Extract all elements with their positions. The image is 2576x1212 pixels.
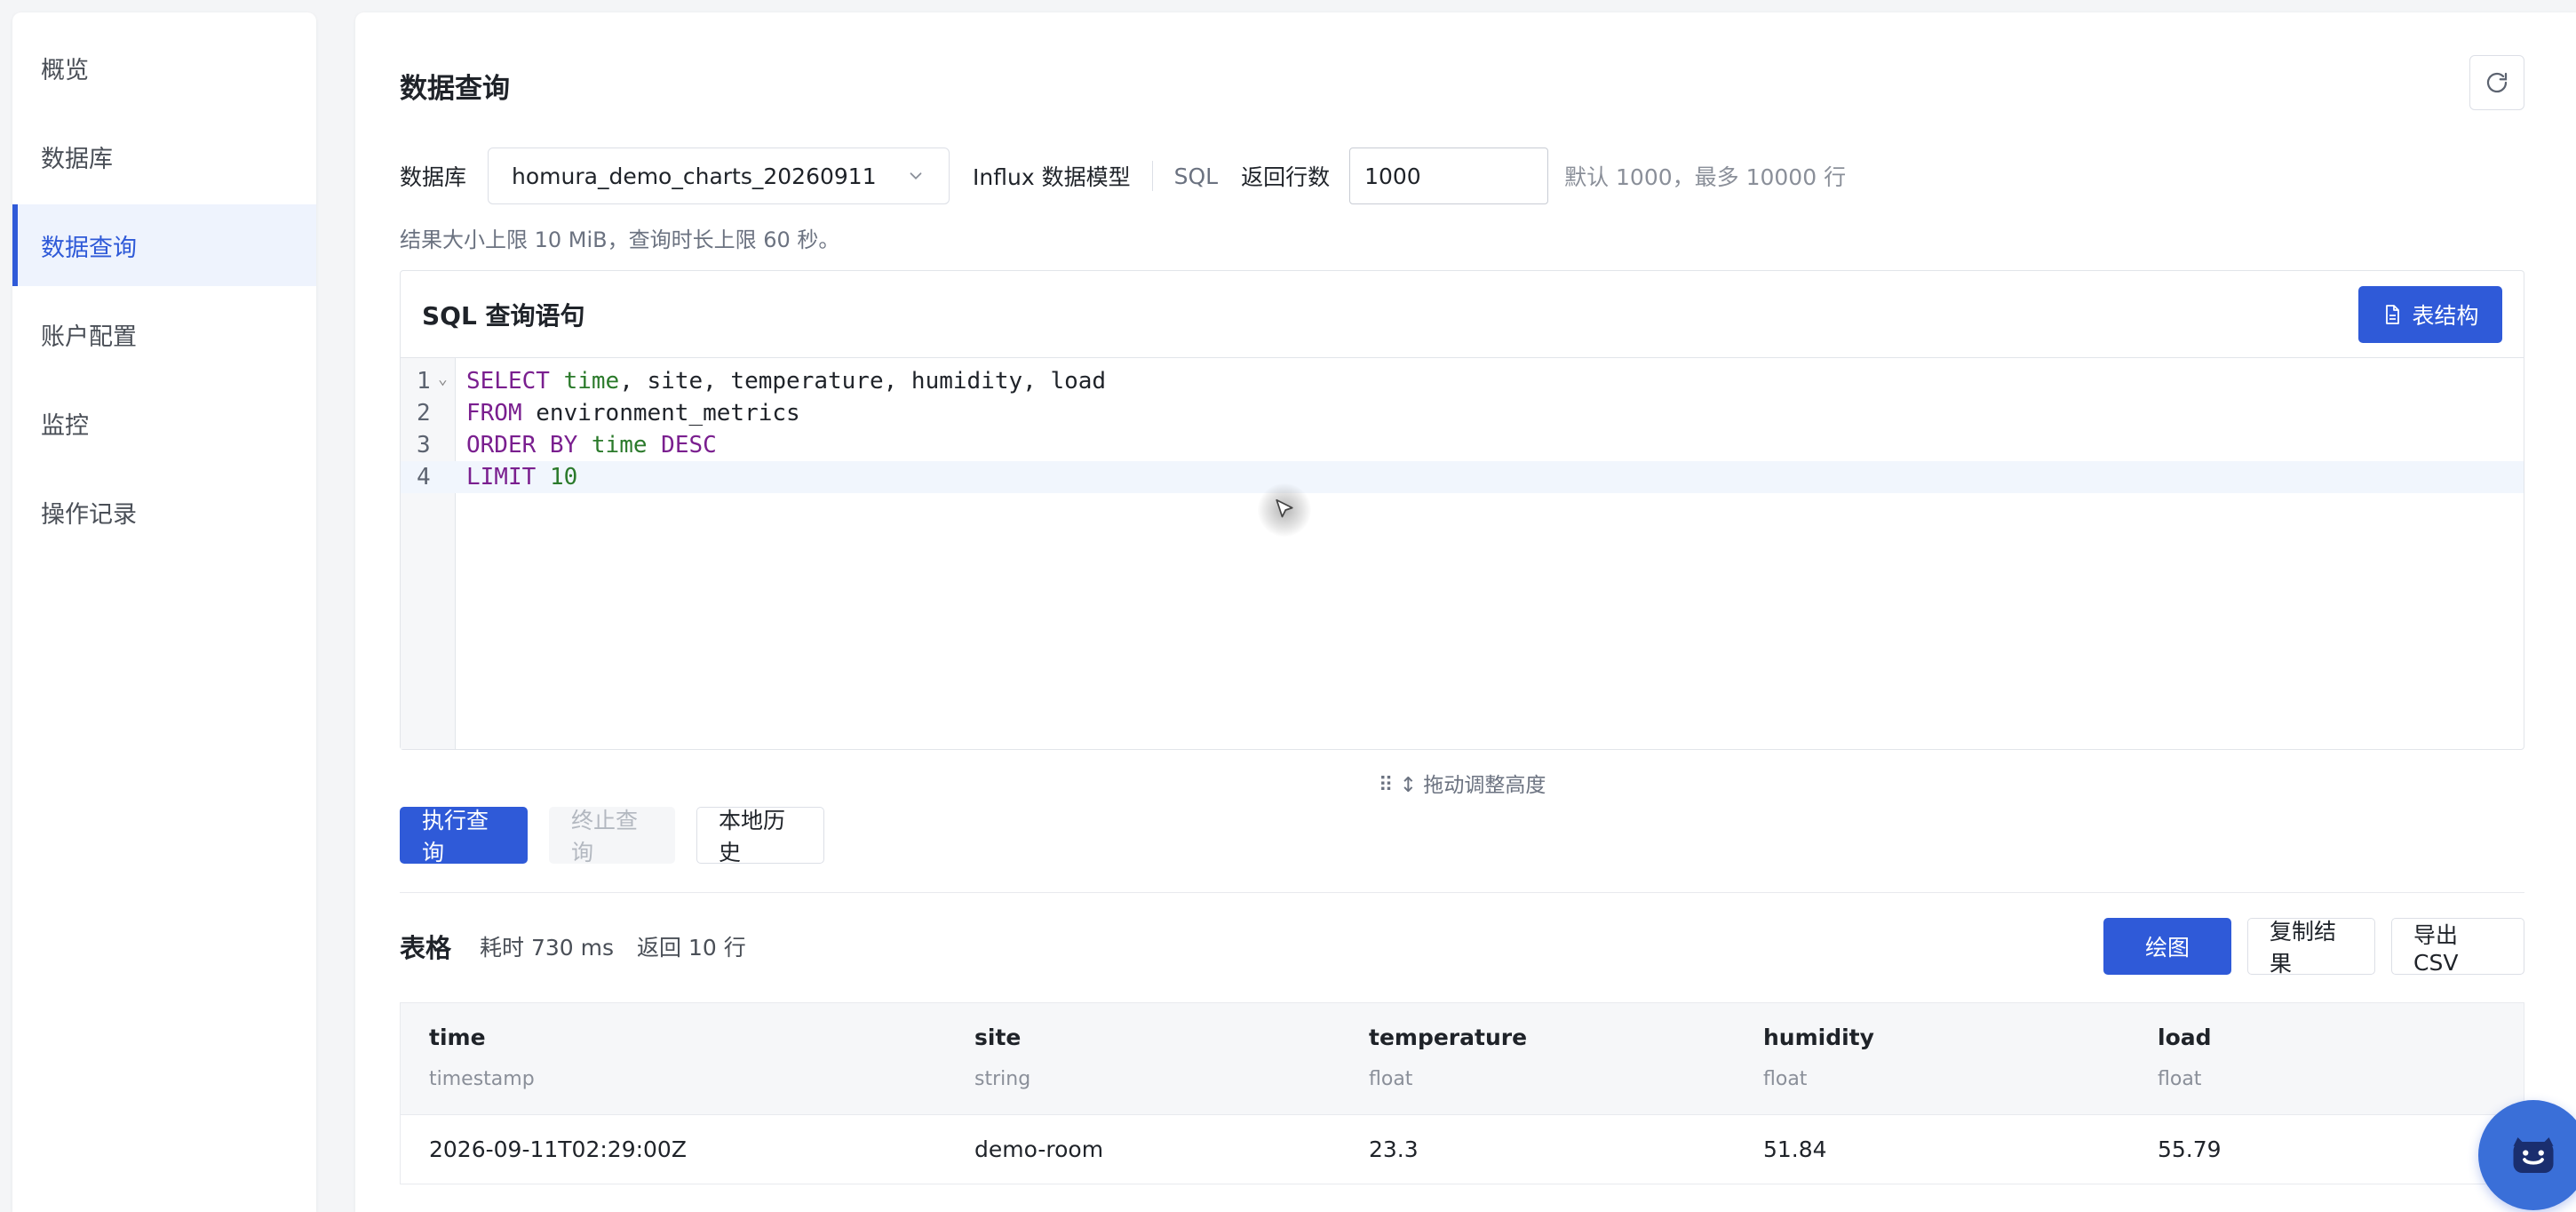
rows-label: 返回行数 xyxy=(1241,164,1331,190)
page-title: 数据查询 xyxy=(400,73,510,105)
refresh-button[interactable] xyxy=(2469,55,2524,110)
query-form-row: 数据库 homura_demo_charts_20260911 Influx 数… xyxy=(400,148,1846,204)
column-header[interactable]: load float xyxy=(2158,1025,2212,1090)
code-line: 3 ORDER BY time DESC xyxy=(401,429,2524,461)
sidebar-item-label: 账户配置 xyxy=(41,323,137,351)
sidebar-item-label: 操作记录 xyxy=(41,500,137,529)
code-text: SELECT time, site, temperature, humidity… xyxy=(466,368,1107,395)
chevron-down-icon xyxy=(910,172,922,180)
main-panel: 数据查询 数据库 homura_demo_charts_20260911 Inf… xyxy=(355,12,2576,1212)
database-select[interactable]: homura_demo_charts_20260911 xyxy=(488,148,950,204)
line-number: 2 xyxy=(417,400,431,427)
sidebar-item-label: 数据查询 xyxy=(41,234,137,262)
stop-query-button[interactable]: 终止查询 xyxy=(549,807,675,865)
line-number: 4 xyxy=(417,464,431,490)
sidebar-item-data-query[interactable]: 数据查询 xyxy=(12,204,316,286)
table-cell: 51.84 xyxy=(1763,1136,1827,1162)
column-header[interactable]: site string xyxy=(974,1025,1030,1090)
schema-button-label: 表结构 xyxy=(2412,302,2479,329)
line-number: 1 ⌄ xyxy=(417,368,448,395)
query-actions: 执行查询 终止查询 本地历史 xyxy=(400,807,824,865)
result-header: 表格 耗时 730 ms 返回 10 行 绘图 复制结果 导出 CSV xyxy=(400,917,2524,977)
line-number: 3 xyxy=(417,432,431,458)
sql-editor-panel: SQL 查询语句 表结构 1 ⌄ SELECT time, site, tempe… xyxy=(400,270,2524,750)
result-table: time timestamp site string temperature f… xyxy=(400,1002,2524,1184)
sidebar-item-label: 数据库 xyxy=(41,145,113,173)
elapsed-time: 耗时 730 ms xyxy=(480,935,615,961)
table-cell: demo-room xyxy=(974,1136,1104,1162)
document-icon xyxy=(2386,304,2400,324)
robot-face-icon xyxy=(2513,1137,2554,1173)
rows-input[interactable] xyxy=(1349,148,1549,204)
editor-title: SQL 查询语句 xyxy=(422,300,585,331)
editor-header: SQL 查询语句 表结构 xyxy=(401,271,2524,358)
code-editor[interactable]: 1 ⌄ SELECT time, site, temperature, humid… xyxy=(401,358,2524,749)
plot-button[interactable]: 绘图 xyxy=(2103,918,2231,975)
sidebar-item-overview[interactable]: 概览 xyxy=(12,27,316,108)
column-header[interactable]: temperature float xyxy=(1369,1025,1527,1090)
run-query-button[interactable]: 执行查询 xyxy=(400,807,528,865)
table-cell: 55.79 xyxy=(2158,1136,2222,1162)
fold-chevron-icon[interactable]: ⌄ xyxy=(438,370,448,388)
resize-handle[interactable]: ⠿ ↕ 拖动调整高度 xyxy=(400,768,2524,798)
table-cell: 2026-09-11T02:29:00Z xyxy=(429,1136,687,1162)
column-header[interactable]: time timestamp xyxy=(429,1025,535,1090)
copy-result-button[interactable]: 复制结果 xyxy=(2247,918,2375,977)
drag-hint-label: 拖动调整高度 xyxy=(1423,774,1546,797)
sidebar-item-label: 概览 xyxy=(41,56,89,84)
schema-button[interactable]: 表结构 xyxy=(2358,285,2502,343)
limit-note: 结果大小上限 10 MiB，查询时长上限 60 秒。 xyxy=(400,227,840,252)
refresh-icon xyxy=(2486,72,2508,93)
sidebar-item-monitoring[interactable]: 监控 xyxy=(12,382,316,464)
divider xyxy=(400,892,2524,893)
data-model-label: Influx 数据模型 xyxy=(973,164,1131,190)
export-csv-button[interactable]: 导出 CSV xyxy=(2391,918,2524,976)
sidebar-item-audit-log[interactable]: 操作记录 xyxy=(12,471,316,553)
code-line: 2 FROM environment_metrics xyxy=(401,397,2524,429)
sidebar: 概览 数据库 数据查询 账户配置 监控 操作记录 xyxy=(12,12,316,1212)
cursor-arrow-icon xyxy=(1276,498,1293,518)
local-history-button[interactable]: 本地历史 xyxy=(696,807,824,865)
code-line-current: 4 LIMIT 10 xyxy=(401,461,2524,493)
rows-hint: 默认 1000，最多 10000 行 xyxy=(1564,164,1847,190)
sidebar-item-label: 监控 xyxy=(41,411,89,440)
row-count: 返回 10 行 xyxy=(637,935,746,961)
code-line: 1 ⌄ SELECT time, site, temperature, humid… xyxy=(401,365,2524,397)
sidebar-item-account-config[interactable]: 账户配置 xyxy=(12,293,316,375)
mouse-cursor xyxy=(1258,483,1311,537)
table-cell: 23.3 xyxy=(1369,1136,1419,1162)
database-select-value: homura_demo_charts_20260911 xyxy=(512,163,877,189)
code-text: FROM environment_metrics xyxy=(466,400,800,427)
table-row: 2026-09-11T02:29:00Z demo-room 23.3 51.8… xyxy=(401,1115,2524,1184)
drag-grip-icon: ⠿ ↕ xyxy=(1378,774,1424,797)
code-text: ORDER BY time DESC xyxy=(466,432,717,458)
sql-label: SQL xyxy=(1173,163,1219,189)
table-header: time timestamp site string temperature f… xyxy=(401,1003,2524,1115)
database-label: 数据库 xyxy=(400,164,467,190)
result-title: 表格 xyxy=(400,933,452,963)
sidebar-item-database[interactable]: 数据库 xyxy=(12,116,316,197)
column-header[interactable]: humidity float xyxy=(1763,1025,1874,1090)
divider xyxy=(1151,161,1153,191)
code-text: LIMIT 10 xyxy=(466,464,578,490)
